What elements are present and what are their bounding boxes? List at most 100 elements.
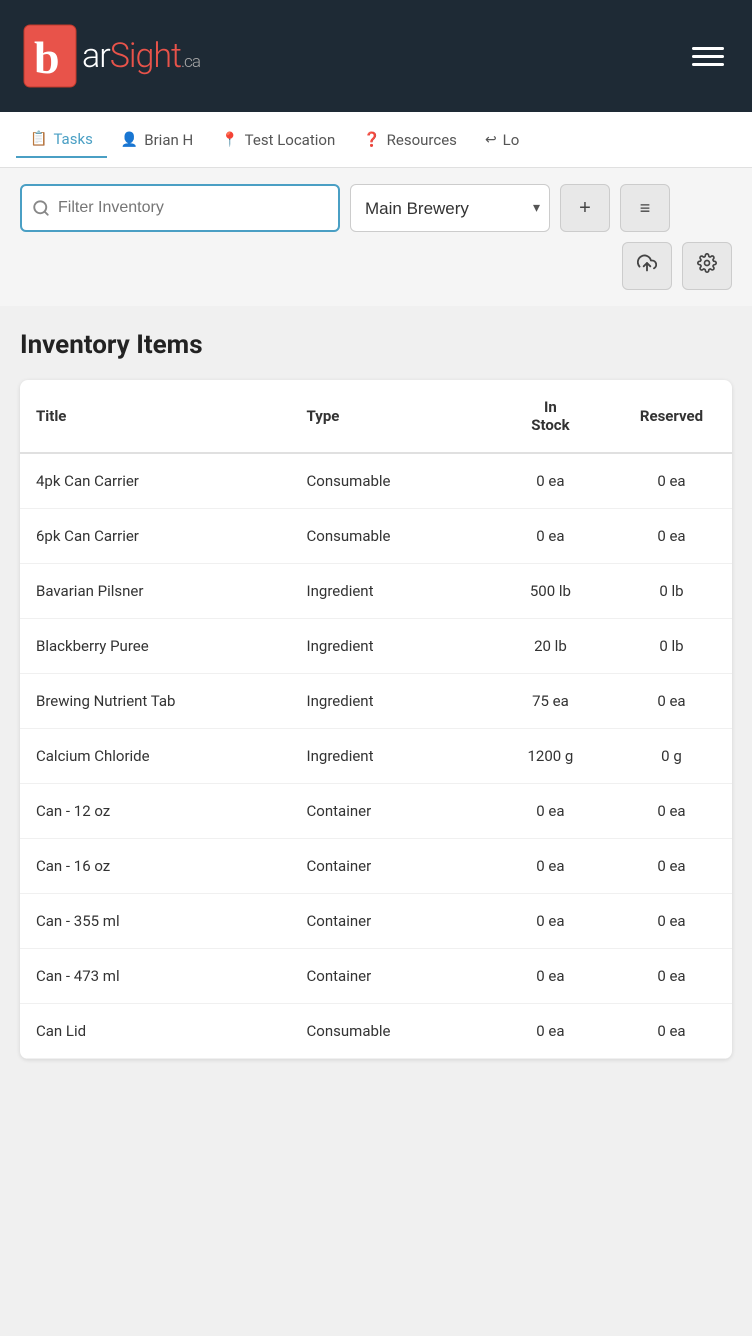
col-header-instock: InStock [490, 380, 611, 453]
table-row[interactable]: 4pk Can Carrier Consumable 0 ea 0 ea [20, 453, 732, 509]
cell-title: Blackberry Puree [20, 619, 291, 674]
settings-button[interactable] [682, 242, 732, 290]
cell-type: Container [291, 784, 490, 839]
gear-icon [697, 253, 717, 279]
cell-instock: 75 ea [490, 674, 611, 729]
hamburger-menu-button[interactable] [684, 39, 732, 74]
cell-reserved: 0 ea [611, 784, 732, 839]
app-header: b arSight.ca [0, 0, 752, 112]
plus-icon: + [579, 197, 591, 220]
nav-label-resources: Resources [387, 131, 457, 149]
nav-item-location[interactable]: 📍 Test Location [207, 123, 349, 157]
resources-icon: ❓ [363, 132, 380, 148]
list-view-button[interactable]: ≡ [620, 184, 670, 232]
cell-reserved: 0 ea [611, 1004, 732, 1059]
table-row[interactable]: Calcium Chloride Ingredient 1200 g 0 g [20, 729, 732, 784]
nav-label-location: Test Location [245, 131, 336, 149]
cell-title: 6pk Can Carrier [20, 509, 291, 564]
upload-icon [637, 253, 657, 279]
search-input[interactable] [58, 199, 328, 217]
cell-reserved: 0 ea [611, 674, 732, 729]
cell-reserved: 0 ea [611, 453, 732, 509]
cell-reserved: 0 lb [611, 564, 732, 619]
main-content: Inventory Items Title Type InStock Reser… [0, 306, 752, 1083]
nav-label-user: Brian H [144, 131, 193, 149]
cell-type: Container [291, 949, 490, 1004]
brewery-dropdown[interactable]: Main Brewery Secondary Warehouse [350, 184, 550, 232]
toolbar: Main Brewery Secondary Warehouse ▾ + ≡ [0, 168, 752, 306]
section-title: Inventory Items [20, 330, 732, 360]
cell-instock: 0 ea [490, 949, 611, 1004]
cell-instock: 0 ea [490, 453, 611, 509]
cell-instock: 1200 g [490, 729, 611, 784]
cell-type: Container [291, 839, 490, 894]
cell-instock: 500 lb [490, 564, 611, 619]
logo: b arSight.ca [20, 21, 200, 91]
cell-type: Ingredient [291, 729, 490, 784]
list-icon: ≡ [640, 198, 651, 219]
nav-item-tasks[interactable]: 📋 Tasks [16, 122, 107, 158]
cell-title: Can - 12 oz [20, 784, 291, 839]
cell-instock: 0 ea [490, 1004, 611, 1059]
table-row[interactable]: Can - 12 oz Container 0 ea 0 ea [20, 784, 732, 839]
cell-type: Consumable [291, 453, 490, 509]
inventory-table: Title Type InStock Reserved 4pk Can Carr… [20, 380, 732, 1059]
navigation-bar: 📋 Tasks 👤 Brian H 📍 Test Location ❓ Reso… [0, 112, 752, 168]
cell-title: Calcium Chloride [20, 729, 291, 784]
cell-instock: 0 ea [490, 509, 611, 564]
cell-title: Can - 355 ml [20, 894, 291, 949]
cell-instock: 0 ea [490, 894, 611, 949]
table-row[interactable]: Can - 16 oz Container 0 ea 0 ea [20, 839, 732, 894]
nav-label-tasks: Tasks [53, 130, 92, 148]
cell-type: Consumable [291, 1004, 490, 1059]
table-row[interactable]: Bavarian Pilsner Ingredient 500 lb 0 lb [20, 564, 732, 619]
table-row[interactable]: Brewing Nutrient Tab Ingredient 75 ea 0 … [20, 674, 732, 729]
col-header-type: Type [291, 380, 490, 453]
cell-instock: 20 lb [490, 619, 611, 674]
table-row[interactable]: 6pk Can Carrier Consumable 0 ea 0 ea [20, 509, 732, 564]
cell-title: Can - 16 oz [20, 839, 291, 894]
col-header-title: Title [20, 380, 291, 453]
cell-instock: 0 ea [490, 784, 611, 839]
user-icon: 👤 [121, 132, 138, 148]
cell-type: Consumable [291, 509, 490, 564]
col-header-reserved: Reserved [611, 380, 732, 453]
tasks-icon: 📋 [30, 131, 47, 147]
cell-title: 4pk Can Carrier [20, 453, 291, 509]
cell-instock: 0 ea [490, 839, 611, 894]
upload-button[interactable] [622, 242, 672, 290]
cell-type: Ingredient [291, 564, 490, 619]
cell-reserved: 0 ea [611, 839, 732, 894]
cell-reserved: 0 ea [611, 949, 732, 1004]
search-wrapper [20, 184, 340, 232]
nav-item-resources[interactable]: ❓ Resources [349, 123, 471, 157]
cell-title: Can - 473 ml [20, 949, 291, 1004]
cell-title: Can Lid [20, 1004, 291, 1059]
brewery-dropdown-wrapper: Main Brewery Secondary Warehouse ▾ [350, 184, 550, 232]
table-row[interactable]: Can Lid Consumable 0 ea 0 ea [20, 1004, 732, 1059]
cell-type: Ingredient [291, 619, 490, 674]
table-header-row: Title Type InStock Reserved [20, 380, 732, 453]
cell-title: Bavarian Pilsner [20, 564, 291, 619]
add-item-button[interactable]: + [560, 184, 610, 232]
logout-icon: ↩ [485, 132, 497, 148]
nav-item-user[interactable]: 👤 Brian H [107, 123, 207, 157]
toolbar-row-2 [20, 242, 732, 290]
cell-reserved: 0 ea [611, 509, 732, 564]
table-row[interactable]: Blackberry Puree Ingredient 20 lb 0 lb [20, 619, 732, 674]
cell-reserved: 0 lb [611, 619, 732, 674]
nav-item-logout[interactable]: ↩ Lo [471, 123, 533, 157]
location-icon: 📍 [221, 132, 238, 148]
svg-text:b: b [34, 32, 60, 83]
table-row[interactable]: Can - 473 ml Container 0 ea 0 ea [20, 949, 732, 1004]
cell-type: Ingredient [291, 674, 490, 729]
cell-type: Container [291, 894, 490, 949]
cell-title: Brewing Nutrient Tab [20, 674, 291, 729]
table-row[interactable]: Can - 355 ml Container 0 ea 0 ea [20, 894, 732, 949]
search-container [20, 184, 340, 232]
cell-reserved: 0 ea [611, 894, 732, 949]
nav-label-logout: Lo [503, 131, 520, 149]
inventory-table-card: Title Type InStock Reserved 4pk Can Carr… [20, 380, 732, 1059]
cell-reserved: 0 g [611, 729, 732, 784]
search-icon [32, 199, 50, 217]
